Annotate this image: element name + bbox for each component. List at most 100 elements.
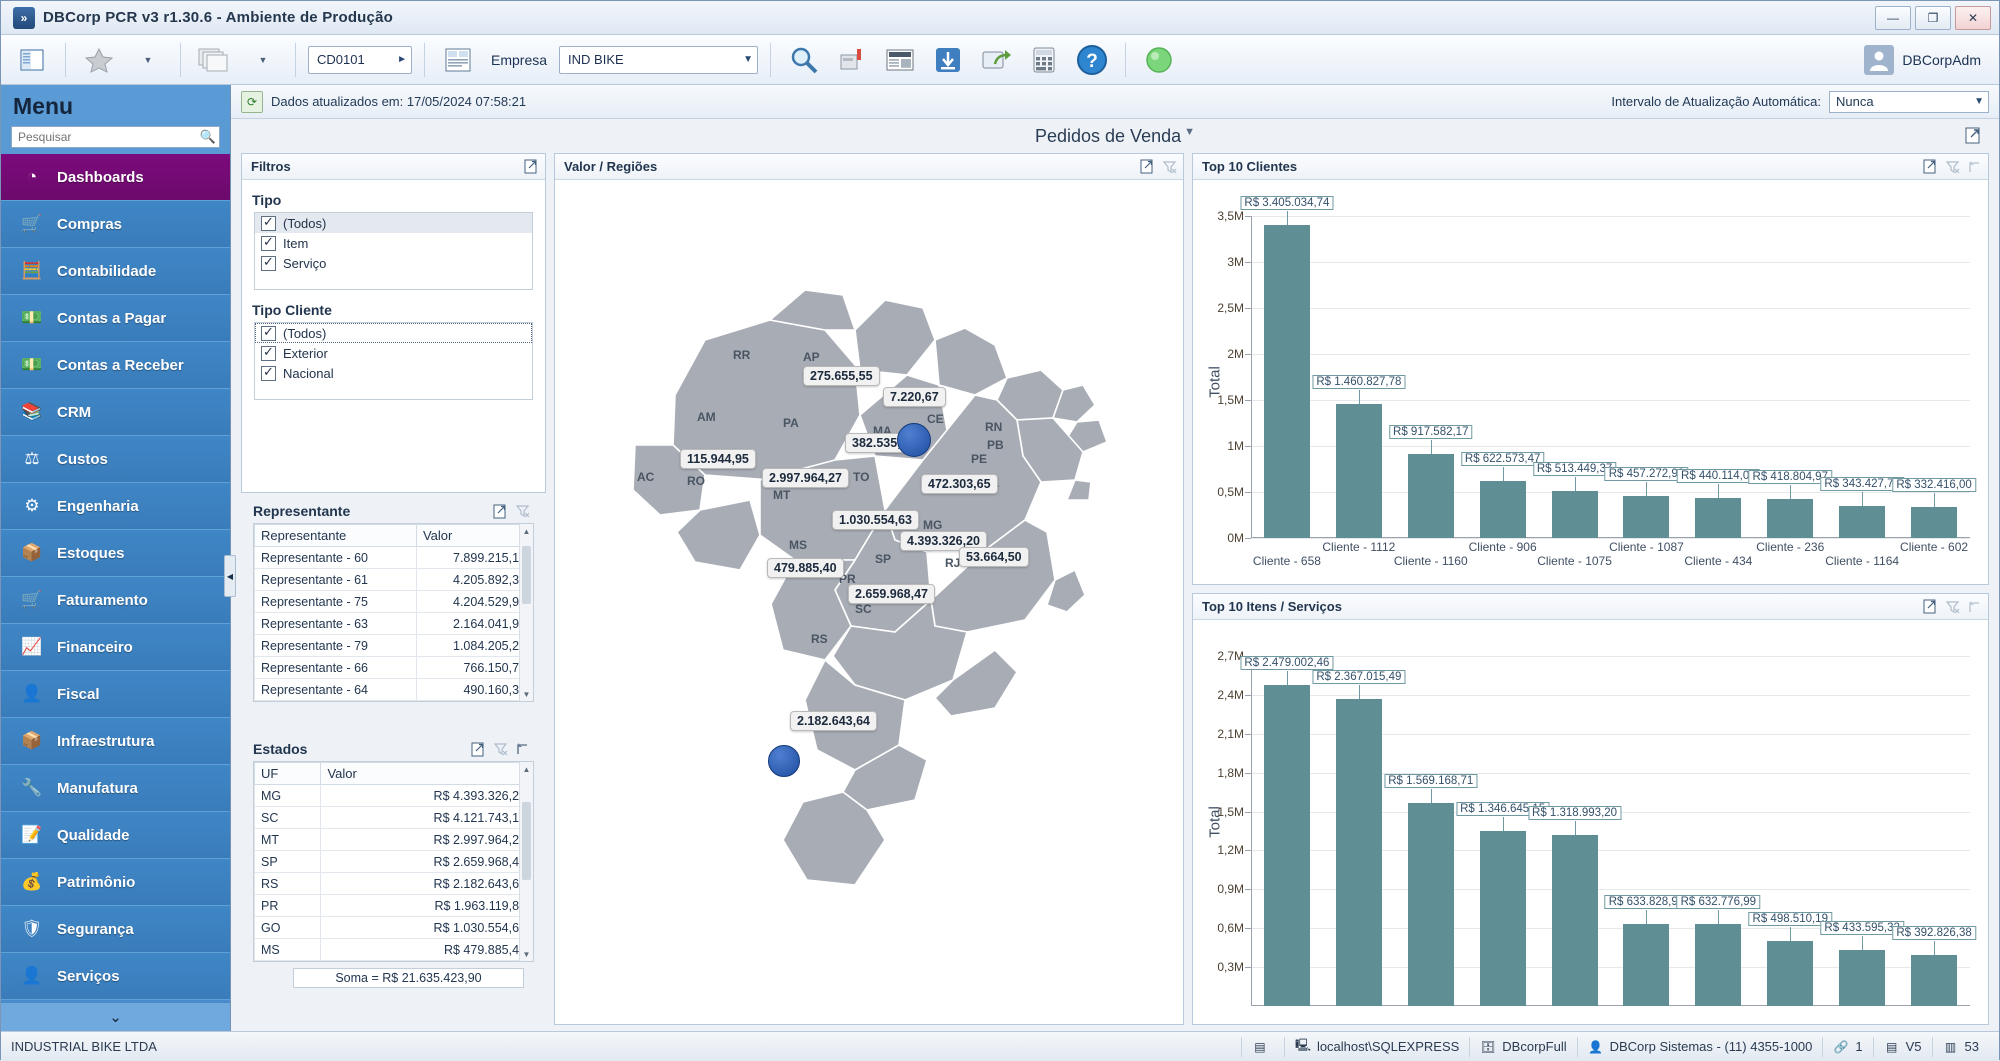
table-row[interactable]: RSR$ 2.182.643,64	[255, 873, 533, 895]
sidebar-item-infraestrutura[interactable]: 📦Infraestrutura	[1, 718, 230, 765]
calculator-icon[interactable]	[1023, 39, 1065, 81]
map-value-bubble[interactable]: 1.030.554,63	[832, 510, 919, 530]
map-value-bubble[interactable]: 275.655,55	[803, 366, 880, 386]
sidebar-item-engenharia[interactable]: ⚙Engenharia	[1, 483, 230, 530]
close-button[interactable]: ✕	[1955, 6, 1991, 30]
table-row[interactable]: Representante - 754.204.529,92	[255, 591, 533, 613]
status-item[interactable]: 🗄DBcorpFull	[1469, 1037, 1576, 1057]
checkbox[interactable]	[261, 346, 276, 361]
sidebar-item-serviços[interactable]: 👤Serviços	[1, 953, 230, 1000]
export-icon[interactable]	[1140, 159, 1155, 174]
map-value-bubble[interactable]: 53.664,50	[959, 547, 1029, 567]
filter-option[interactable]: (Todos)	[255, 213, 532, 233]
bar[interactable]	[1767, 941, 1813, 1006]
x-axis-tick-label[interactable]: Cliente - 602	[1900, 540, 1968, 554]
map-state-label-pb[interactable]: PB	[987, 438, 1004, 452]
sidebar-item-crm[interactable]: 📚CRM	[1, 389, 230, 436]
export-icon[interactable]	[1963, 125, 1983, 145]
clear-filter-icon[interactable]	[515, 504, 530, 519]
estados-grid[interactable]: UFValor MGR$ 4.393.326,20SCR$ 4.121.743,…	[253, 761, 534, 962]
table-row[interactable]: SCR$ 4.121.743,12	[255, 807, 533, 829]
checkbox[interactable]	[261, 366, 276, 381]
filter-option[interactable]: Exterior	[255, 343, 532, 363]
bar[interactable]	[1264, 685, 1310, 1006]
scroll-down-icon[interactable]: ▼	[520, 687, 533, 701]
filter-option[interactable]: Serviço	[255, 253, 532, 273]
table-row[interactable]: SPR$ 2.659.968,47	[255, 851, 533, 873]
sidebar-item-patrimônio[interactable]: 💰Patrimônio	[1, 859, 230, 906]
map-state-label-sp[interactable]: SP	[875, 552, 891, 566]
bar[interactable]	[1623, 924, 1669, 1006]
table-row[interactable]: Representante - 607.899.215,14	[255, 547, 533, 569]
x-axis-tick-label[interactable]: Cliente - 1112	[1322, 540, 1395, 554]
drill-up-icon[interactable]	[515, 742, 530, 757]
map-state-label-sc[interactable]: SC	[855, 602, 872, 616]
maximize-button[interactable]: ❐	[1915, 6, 1951, 30]
representante-grid[interactable]: RepresentanteValor Representante - 607.8…	[253, 523, 534, 702]
filter-option[interactable]: Nacional	[255, 363, 532, 383]
bar[interactable]	[1480, 481, 1526, 538]
bar[interactable]	[1552, 491, 1598, 538]
sidebar-item-manufatura[interactable]: 🔧Manufatura	[1, 765, 230, 812]
x-axis-tick-label[interactable]: Cliente - 1075	[1537, 554, 1612, 568]
map-value-bubble[interactable]: 2.659.968,47	[848, 584, 935, 604]
windows-cascade-icon[interactable]	[193, 39, 235, 81]
map-state-label-rs[interactable]: RS	[811, 632, 828, 646]
map-value-bubble[interactable]: 472.303,65	[921, 474, 998, 494]
sidebar-item-qualidade[interactable]: 📝Qualidade	[1, 812, 230, 859]
column-header[interactable]: UF	[255, 763, 321, 785]
filter-option[interactable]: Item	[255, 233, 532, 253]
map-value-bubble[interactable]: 2.182.643,64	[790, 711, 877, 731]
sidebar-item-contas-a-pagar[interactable]: 💵Contas a Pagar	[1, 295, 230, 342]
clear-filter-icon[interactable]	[493, 742, 508, 757]
bar[interactable]	[1695, 924, 1741, 1006]
x-axis-tick-label[interactable]: Cliente - 434	[1684, 554, 1752, 568]
export-icon[interactable]	[1923, 599, 1938, 614]
drill-up-icon[interactable]	[1967, 159, 1982, 174]
auto-refresh-select[interactable]: Nunca ▼	[1829, 91, 1989, 113]
bar[interactable]	[1264, 225, 1310, 538]
x-axis-tick-label[interactable]: Cliente - 236	[1756, 540, 1824, 554]
favorites-dropdown-icon[interactable]: ▼	[126, 39, 168, 81]
status-led-icon[interactable]	[1138, 39, 1180, 81]
map-state-label-rr[interactable]: RR	[733, 348, 750, 362]
map-bubble-dot[interactable]	[768, 745, 800, 777]
bar[interactable]	[1839, 506, 1885, 538]
sidebar-item-segurança[interactable]: 🛡Segurança	[1, 906, 230, 953]
clear-filter-icon[interactable]	[1162, 159, 1177, 174]
scroll-thumb[interactable]	[522, 802, 531, 880]
search-icon[interactable]: 🔍	[200, 129, 216, 145]
x-axis-tick-label[interactable]: Cliente - 906	[1469, 540, 1537, 554]
table-row[interactable]: PRR$ 1.963.119,81	[255, 895, 533, 917]
scroll-thumb[interactable]	[522, 546, 531, 604]
scroll-down-icon[interactable]: ▼	[520, 947, 533, 961]
mailbox-icon[interactable]	[831, 39, 873, 81]
clear-filter-icon[interactable]	[1945, 599, 1960, 614]
x-axis-tick-label[interactable]: Cliente - 1087	[1609, 540, 1684, 554]
panel-toggle-icon[interactable]	[11, 39, 53, 81]
checkbox[interactable]	[261, 236, 276, 251]
map-state-label-ac[interactable]: AC	[637, 470, 654, 484]
bar[interactable]	[1408, 803, 1454, 1006]
column-header[interactable]: Valor	[321, 763, 533, 785]
sidebar-item-financeiro[interactable]: 📈Financeiro	[1, 624, 230, 671]
map-value-bubble[interactable]: 7.220,67	[883, 387, 946, 407]
export-icon[interactable]	[524, 159, 539, 174]
map-value-bubble[interactable]: 479.885,40	[767, 558, 844, 578]
search-icon[interactable]	[783, 39, 825, 81]
sidebar-item-custos[interactable]: ⚖Custos	[1, 436, 230, 483]
brazil-map[interactable]: RRAPAMPAMACERNPBPEALACROTOMTGOMGESMSSPRJ…	[555, 180, 1183, 1024]
news-icon[interactable]	[879, 39, 921, 81]
bar[interactable]	[1767, 499, 1813, 538]
status-item[interactable]: 🖳localhost\SQLEXPRESS	[1284, 1037, 1469, 1057]
top-itens-chart[interactable]: Total 0,3M0,6M0,9M1,2M1,5M1,8M2,1M2,4M2,…	[1193, 620, 1988, 1024]
map-value-bubble[interactable]: 2.997.964,27	[762, 468, 849, 488]
map-state-label-mg[interactable]: MG	[923, 518, 942, 532]
sidebar-item-contas-a-receber[interactable]: 💵Contas a Receber	[1, 342, 230, 389]
filter-option-list[interactable]: (Todos)ExteriorNacional	[254, 322, 533, 400]
table-row[interactable]: Representante - 66766.150,76	[255, 657, 533, 679]
map-value-bubble[interactable]: 115.944,95	[680, 449, 756, 469]
empresa-selector[interactable]: IND BIKE ▼	[559, 46, 758, 74]
table-row[interactable]: Representante - 791.084.205,26	[255, 635, 533, 657]
clear-filter-icon[interactable]	[1945, 159, 1960, 174]
